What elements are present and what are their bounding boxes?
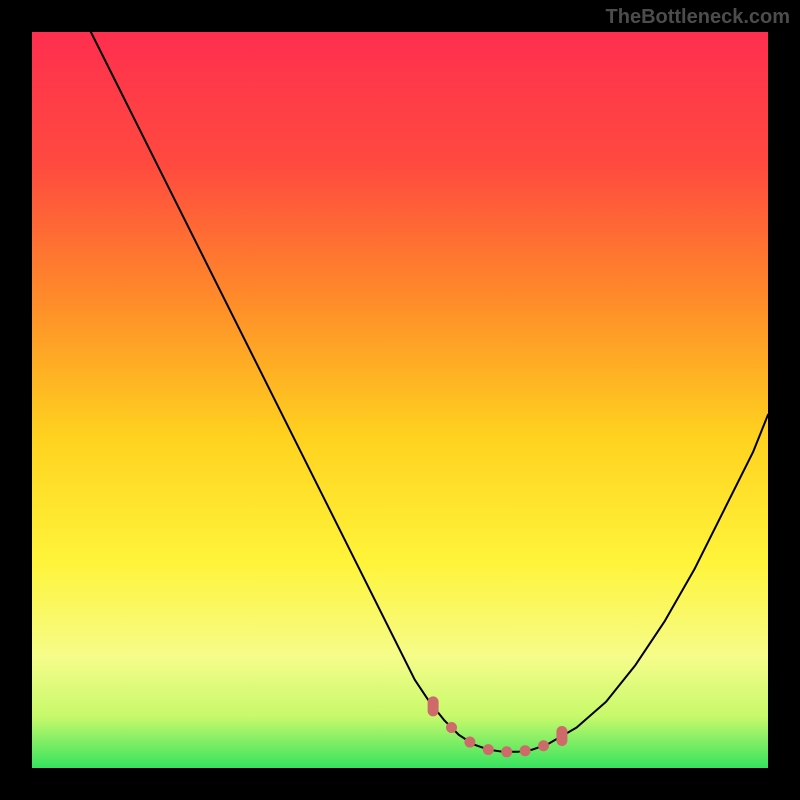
watermark-text: TheBottleneck.com [606, 6, 790, 29]
plot-area [32, 32, 768, 768]
chart-svg [32, 32, 768, 768]
chart-container: TheBottleneck.com [0, 0, 800, 800]
